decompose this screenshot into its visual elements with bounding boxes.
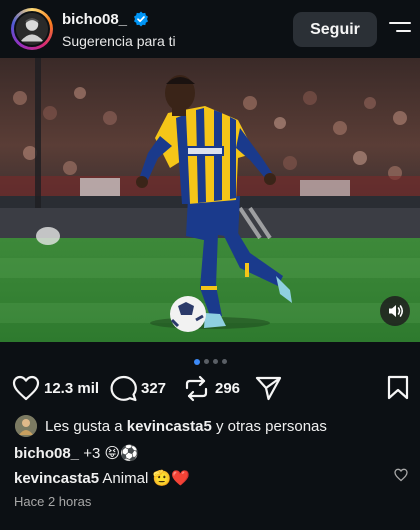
- carousel-dot: [203, 359, 209, 365]
- username[interactable]: bicho08_: [62, 11, 127, 28]
- liked-by-text: Les gusta a kevincasta5 y otras personas: [45, 418, 327, 435]
- heart-icon: [12, 375, 40, 401]
- sound-toggle-button[interactable]: [380, 296, 410, 326]
- likes-count: 12.3 mil: [44, 380, 100, 397]
- post-header: bicho08_ Sugerencia para ti Seguir: [0, 0, 420, 60]
- like-button[interactable]: 12.3 mil: [12, 372, 102, 404]
- comment-button[interactable]: 327: [110, 372, 172, 404]
- share-button[interactable]: [255, 372, 283, 404]
- action-bar: 12.3 mil 327 296: [0, 372, 420, 404]
- comment-text: Animal 🫡❤️: [102, 470, 190, 487]
- profile-avatar[interactable]: [11, 8, 53, 50]
- liked-by-user[interactable]: kevincasta5: [127, 418, 212, 435]
- menu-icon[interactable]: [389, 21, 411, 37]
- comment-like-icon[interactable]: [394, 468, 408, 482]
- post-image[interactable]: [0, 58, 420, 342]
- soccer-player-photo: [0, 58, 420, 342]
- liker-avatar: [15, 415, 37, 437]
- carousel-dot: [212, 359, 218, 365]
- comment-preview: kevincasta5 Animal 🫡❤️: [14, 469, 190, 487]
- reposts-count: 296: [215, 380, 241, 397]
- sound-on-icon: [389, 305, 404, 317]
- liked-by-prefix: Les gusta a: [45, 418, 123, 435]
- share-icon: [255, 376, 282, 401]
- comments-count: 327: [141, 380, 167, 397]
- bookmark-icon: [387, 375, 409, 400]
- carousel-indicator: [0, 353, 420, 365]
- post-caption: bicho08_ +3 😝⚽: [14, 444, 139, 462]
- avatar: [14, 11, 50, 47]
- comment-icon: [110, 375, 137, 402]
- liked-by-suffix: y otras personas: [215, 418, 327, 435]
- liked-by-row[interactable]: Les gusta a kevincasta5 y otras personas: [14, 415, 414, 439]
- repost-icon: [185, 375, 208, 402]
- save-button[interactable]: [387, 372, 409, 404]
- caption-text: +3 😝⚽: [83, 445, 139, 462]
- post-timestamp: Hace 2 horas: [14, 494, 92, 509]
- follow-button[interactable]: Seguir: [293, 12, 377, 47]
- carousel-dot: [221, 359, 227, 365]
- caption-username[interactable]: bicho08_: [14, 445, 79, 462]
- suggestion-label: Sugerencia para ti: [62, 33, 176, 49]
- verified-badge-icon: [134, 11, 148, 27]
- carousel-dot: [193, 358, 200, 365]
- comment-username[interactable]: kevincasta5: [14, 470, 99, 487]
- repost-button[interactable]: 296: [183, 372, 247, 404]
